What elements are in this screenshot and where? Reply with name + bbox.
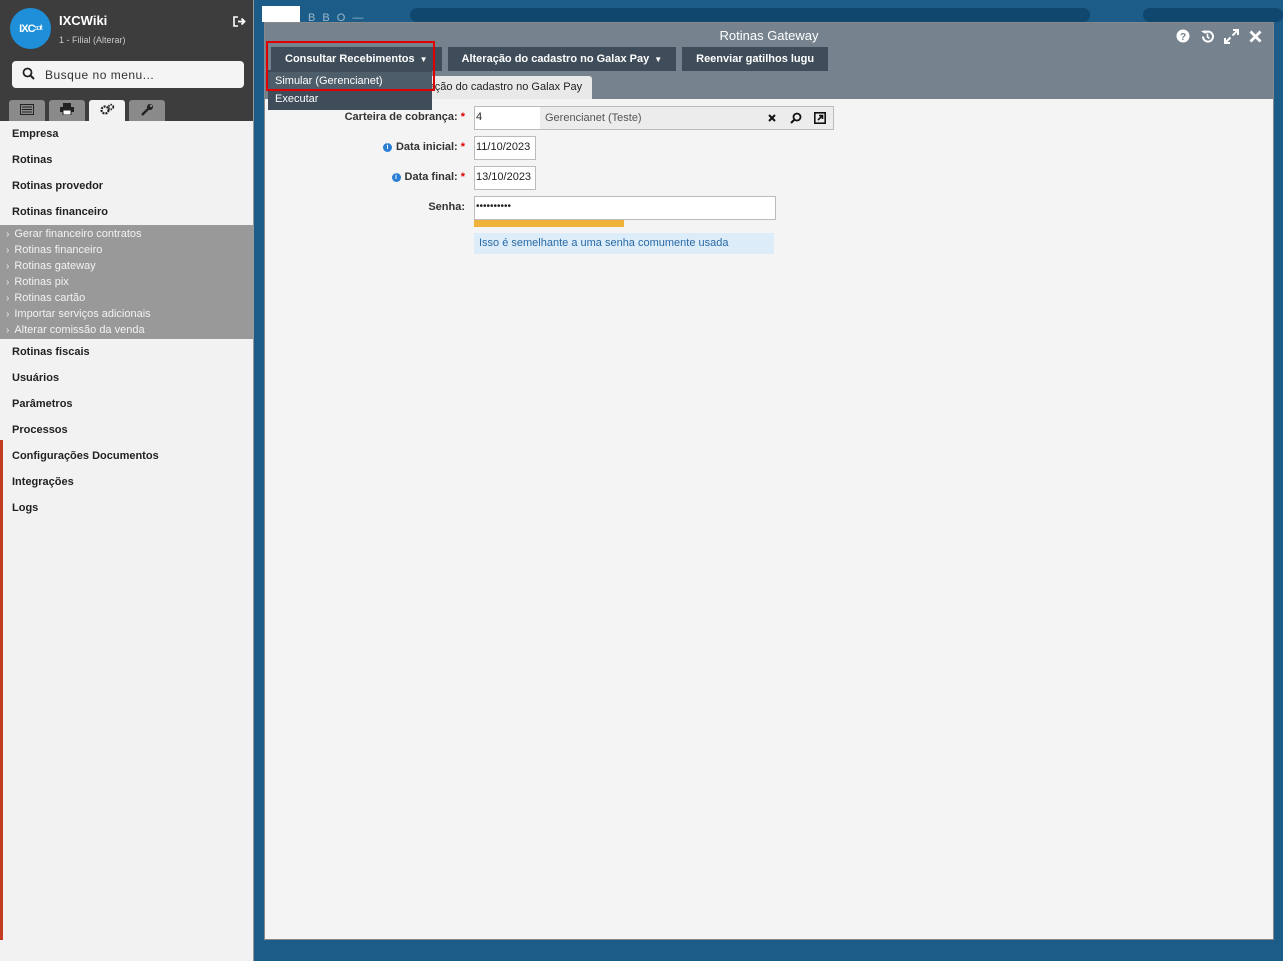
chevron-right-icon: › xyxy=(6,261,10,272)
sidebar-item-integracoes[interactable]: Integrações xyxy=(0,469,253,495)
chevron-right-icon: › xyxy=(6,229,10,240)
tab-list[interactable] xyxy=(9,100,45,121)
svg-text:?: ? xyxy=(1180,32,1186,43)
chevron-right-icon: › xyxy=(6,293,10,304)
gears-icon xyxy=(99,103,115,119)
history-icon[interactable] xyxy=(1199,28,1215,44)
tab-settings[interactable] xyxy=(89,100,125,121)
data-final-label: i Data final: * xyxy=(300,171,465,183)
sidebar-item-rotinas-provedor[interactable]: Rotinas provedor xyxy=(0,173,253,199)
sidebar-menu: Empresa Rotinas Rotinas provedor Rotinas… xyxy=(0,121,253,521)
clear-icon[interactable] xyxy=(765,110,779,126)
sidebar-item-parametros[interactable]: Parâmetros xyxy=(0,391,253,417)
sidebar-item-rotinas-financeiro[interactable]: Rotinas financeiro xyxy=(0,199,253,225)
submenu-item[interactable]: › Rotinas cartão xyxy=(0,290,253,306)
alteracao-cadastro-button[interactable]: Alteração do cadastro no Galax Pay ▼ xyxy=(447,47,677,71)
sidebar-item-configuracoes-documentos[interactable]: Configurações Documentos xyxy=(0,443,253,469)
sidebar-item-processos[interactable]: Processos xyxy=(0,417,253,443)
data-inicial-field[interactable]: 11/10/2023 xyxy=(474,136,536,160)
financeiro-submenu: › Gerar financeiro contratos › Rotinas fin… xyxy=(0,225,253,339)
logout-icon[interactable] xyxy=(233,15,246,28)
reenviar-gatilhos-button[interactable]: Reenviar gatilhos lugu xyxy=(682,47,829,71)
rotinas-gateway-window: Rotinas Gateway ? Consultar Recebimentos… xyxy=(264,22,1274,940)
submenu-item[interactable]: › Rotinas financeiro xyxy=(0,242,253,258)
chevron-right-icon: › xyxy=(6,309,10,320)
branch-selector[interactable]: 1 - Filial (Alterar) xyxy=(59,35,126,45)
wrench-icon xyxy=(140,103,154,119)
menu-search[interactable] xyxy=(12,61,244,88)
background-taskbar-right xyxy=(1143,8,1283,22)
expand-icon[interactable] xyxy=(1223,28,1239,44)
data-final-field[interactable]: 13/10/2023 xyxy=(474,166,536,190)
senha-field[interactable]: •••••••••• xyxy=(474,196,776,220)
caret-down-icon: ▼ xyxy=(654,54,663,64)
sidebar-tabs xyxy=(9,100,165,121)
submenu-item[interactable]: › Rotinas pix xyxy=(0,274,253,290)
carteira-label: Carteira de cobrança: * xyxy=(344,111,465,123)
background-taskbar xyxy=(410,8,1090,22)
chevron-right-icon: › xyxy=(6,325,10,336)
sidebar-item-rotinas-fiscais[interactable]: Rotinas fiscais xyxy=(0,339,253,365)
sidebar: IXC soft IXCWiki 1 - Filial (Alterar) Bu… xyxy=(0,0,254,961)
menu-item-executar[interactable]: Executar xyxy=(268,90,432,108)
carteira-actions xyxy=(765,110,827,126)
open-external-icon[interactable] xyxy=(813,110,827,126)
submenu-item[interactable]: › Rotinas gateway xyxy=(0,258,253,274)
carteira-description: Gerencianet (Teste) xyxy=(540,106,834,130)
tab-print[interactable] xyxy=(49,100,85,121)
submenu-item[interactable]: › Importar serviços adicionais xyxy=(0,306,253,322)
search-icon[interactable] xyxy=(789,110,803,126)
ixc-logo: IXC soft xyxy=(10,8,51,49)
sidebar-edge-accent xyxy=(0,440,3,940)
submenu-item[interactable]: › Gerar financeiro contratos xyxy=(0,226,253,242)
chevron-right-icon: › xyxy=(6,245,10,256)
sidebar-item-rotinas[interactable]: Rotinas xyxy=(0,147,253,173)
printer-icon xyxy=(60,103,74,118)
help-icon[interactable]: ? xyxy=(1175,28,1191,44)
tab-tools[interactable] xyxy=(129,100,165,121)
info-icon: i xyxy=(382,143,392,152)
app-brand: IXCWiki xyxy=(59,13,108,28)
annotation-highlight xyxy=(266,41,435,91)
info-icon: i xyxy=(391,173,401,182)
sidebar-item-empresa[interactable]: Empresa xyxy=(0,121,253,147)
data-inicial-label: i Data inicial: * xyxy=(300,141,465,153)
submenu-item[interactable]: › Alterar comissão da venda xyxy=(0,322,253,338)
chevron-right-icon: › xyxy=(6,277,10,288)
search-icon xyxy=(22,67,35,83)
search-input[interactable] xyxy=(45,67,235,82)
sidebar-item-logs[interactable]: Logs xyxy=(0,495,253,521)
password-strength-bar xyxy=(474,220,624,227)
list-icon xyxy=(20,103,34,118)
password-hint: Isso é semelhante a uma senha comumente … xyxy=(474,233,774,254)
window-controls: ? xyxy=(1175,28,1263,44)
close-icon[interactable] xyxy=(1247,28,1263,44)
sidebar-header: IXC soft IXCWiki 1 - Filial (Alterar) xyxy=(0,0,253,121)
sidebar-item-usuarios[interactable]: Usuários xyxy=(0,365,253,391)
tab-alteracao-cadastro[interactable]: ração do cadastro no Galax Pay xyxy=(425,76,593,99)
background-window-tile xyxy=(262,6,300,22)
senha-label: Senha: xyxy=(428,201,465,213)
carteira-field[interactable]: 4 xyxy=(474,106,541,130)
